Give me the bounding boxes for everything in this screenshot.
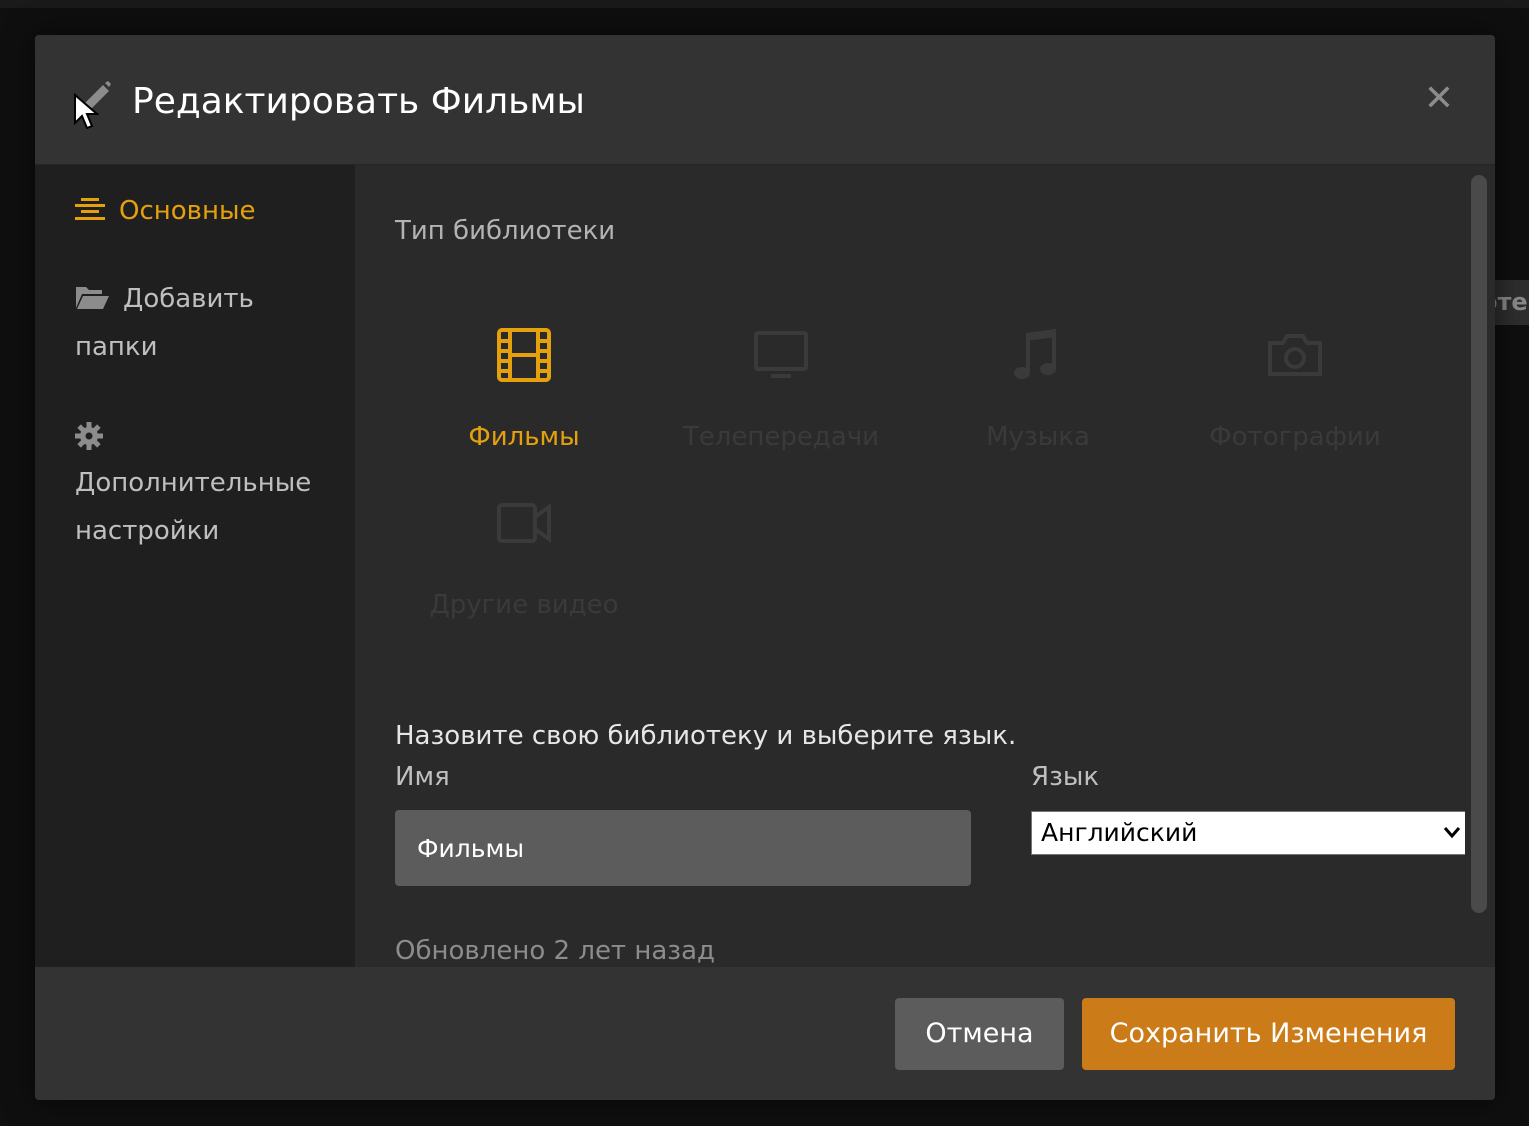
cancel-button[interactable]: Отмена xyxy=(895,998,1064,1070)
type-option-movies[interactable]: Фильмы xyxy=(395,327,653,477)
folder-icon xyxy=(76,286,109,309)
backdrop-top-bar xyxy=(0,0,1529,8)
sidebar-item-general[interactable]: Основные xyxy=(75,187,256,235)
language-select[interactable]: Английский xyxy=(1031,811,1465,855)
dialog-footer: Отмена Сохранить Изменения xyxy=(35,967,1495,1100)
sidebar-item-label-continued: настройки xyxy=(75,516,220,546)
dialog-title: Редактировать Фильмы xyxy=(132,81,585,122)
dialog-sidebar: Основные Добавить папки Дополнительные н… xyxy=(35,165,355,967)
sidebar-item-label: Основные xyxy=(119,196,256,226)
camera-icon xyxy=(1268,334,1322,376)
dialog-content: Тип библиотеки Фильмы Телепередачи Музык… xyxy=(355,165,1465,967)
library-type-heading: Тип библиотеки xyxy=(395,216,616,246)
sidebar-item-label: Дополнительные xyxy=(75,468,312,498)
chevron-down-icon xyxy=(1443,827,1461,839)
name-label: Имя xyxy=(395,762,450,792)
type-option-tv-shows[interactable]: Телепередачи xyxy=(652,327,910,477)
content-scrollbar-thumb[interactable] xyxy=(1471,175,1487,913)
type-option-label: Фильмы xyxy=(468,422,580,452)
sidebar-item-label: Добавить xyxy=(123,284,254,314)
dialog-header: Редактировать Фильмы ✕ xyxy=(35,35,1495,165)
library-name-input[interactable] xyxy=(395,810,971,886)
language-select-value: Английский xyxy=(1041,818,1198,847)
type-option-other-videos[interactable]: Другие видео xyxy=(395,495,653,645)
film-icon xyxy=(497,328,551,382)
sidebar-item-label-continued: папки xyxy=(75,332,158,362)
form-instruction: Назовите свою библиотеку и выберите язык… xyxy=(395,721,1017,751)
type-option-label: Телепередачи xyxy=(682,422,880,452)
language-label: Язык xyxy=(1031,762,1100,792)
gear-icon xyxy=(75,421,103,450)
updated-timestamp: Обновлено 2 лет назад xyxy=(395,936,716,966)
sidebar-item-add-folders[interactable]: Добавить папки xyxy=(75,275,254,371)
sidebar-item-advanced[interactable]: Дополнительные настройки xyxy=(75,411,311,555)
type-option-photos[interactable]: Фотографии xyxy=(1166,327,1424,477)
type-option-label: Другие видео xyxy=(429,590,619,620)
type-option-label: Музыка xyxy=(986,422,1090,452)
type-option-music[interactable]: Музыка xyxy=(909,327,1167,477)
mouse-cursor-icon xyxy=(74,93,99,130)
music-icon xyxy=(1014,329,1056,379)
type-option-label: Фотографии xyxy=(1209,422,1381,452)
save-changes-button[interactable]: Сохранить Изменения xyxy=(1082,998,1455,1070)
close-button[interactable]: ✕ xyxy=(1415,75,1463,123)
video-camera-icon xyxy=(497,503,551,543)
edit-library-dialog: Редактировать Фильмы ✕ Основные Добавить xyxy=(35,35,1495,1100)
list-icon xyxy=(75,197,105,220)
tv-icon xyxy=(754,331,808,378)
background-partial-label: оте xyxy=(1495,280,1529,325)
